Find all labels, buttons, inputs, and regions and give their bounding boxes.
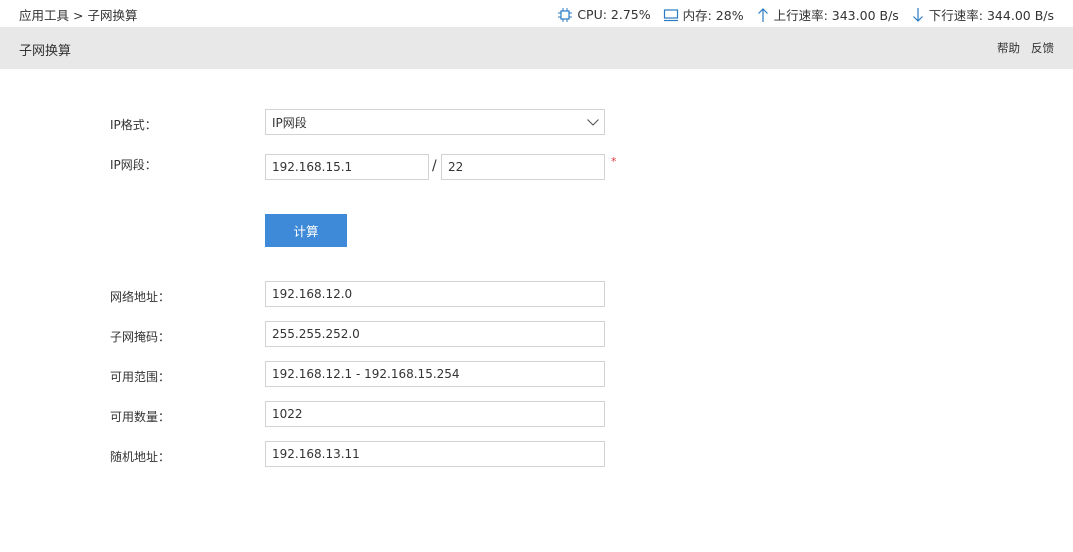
ip-address-input[interactable] [265, 154, 429, 180]
download-rate: 下行速率: 344.00 B/s [928, 8, 1054, 23]
memory-usage: 内存: 28% [682, 8, 744, 23]
chevron-down-icon [587, 119, 599, 126]
random-address-label: 随机地址： [110, 450, 171, 464]
ip-segment-label: IP网段： [110, 158, 157, 172]
system-stats: CPU: 2.75% 内存: 28% 上行速率: 343.00 B/s 下行速率… [545, 5, 1054, 24]
arrow-up-icon [757, 7, 768, 22]
usable-count-label: 可用数量： [110, 410, 171, 424]
prefix-length-input[interactable] [441, 154, 605, 180]
header-links: 帮助 反馈 [986, 40, 1054, 56]
memory-icon [663, 8, 678, 21]
memory-stat: 内存: 28% [663, 5, 744, 24]
required-mark: * [611, 155, 617, 168]
prefix-slash: / [432, 158, 437, 174]
download-stat: 下行速率: 344.00 B/s [911, 5, 1054, 24]
upload-rate: 上行速率: 343.00 B/s [773, 8, 899, 23]
cpu-stat: CPU: 2.75% [557, 7, 651, 23]
breadcrumb-parent[interactable]: 应用工具 [19, 8, 69, 23]
feedback-link[interactable]: 反馈 [1031, 41, 1054, 55]
network-address-label: 网络地址： [110, 290, 171, 304]
calculate-button[interactable]: 计算 [265, 214, 347, 247]
breadcrumb-separator: > [73, 8, 84, 23]
breadcrumb: 应用工具 > 子网换算 [19, 5, 138, 24]
subnet-mask-field[interactable] [265, 321, 605, 347]
page-title: 子网换算 [19, 44, 72, 59]
random-address-field[interactable] [265, 441, 605, 467]
cpu-icon [558, 7, 573, 22]
top-status-bar: 应用工具 > 子网换算 CPU: 2.75% 内存: 28% 上行速率: 343… [0, 0, 1073, 26]
breadcrumb-current: 子网换算 [87, 8, 138, 23]
ip-format-label: IP格式： [110, 118, 157, 132]
ip-format-select[interactable]: IP网段 [265, 109, 605, 135]
upload-stat: 上行速率: 343.00 B/s [756, 5, 899, 24]
usable-range-field[interactable] [265, 361, 605, 387]
cpu-usage: CPU: 2.75% [577, 7, 651, 22]
page-header: 子网换算 帮助 反馈 [0, 27, 1073, 69]
network-address-field[interactable] [265, 281, 605, 307]
ip-format-selected: IP网段 [272, 115, 307, 130]
usable-range-label: 可用范围： [110, 370, 171, 384]
help-link[interactable]: 帮助 [997, 41, 1020, 55]
usable-count-field[interactable] [265, 401, 605, 427]
subnet-mask-label: 子网掩码： [110, 330, 171, 344]
arrow-down-icon [912, 7, 923, 22]
